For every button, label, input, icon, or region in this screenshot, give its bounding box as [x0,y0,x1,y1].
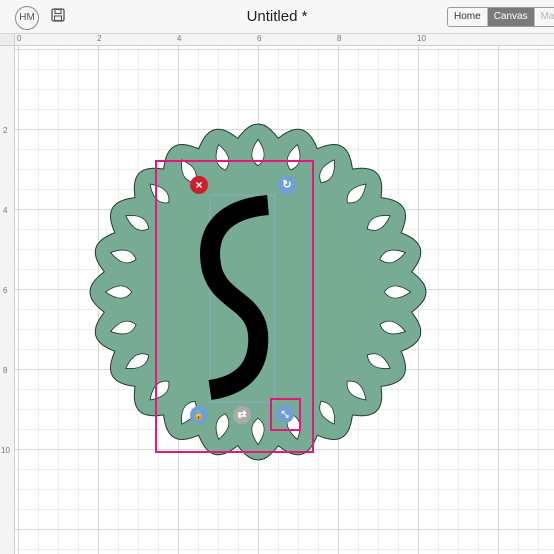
resize-handle-icon[interactable]: ⤡ [276,405,294,423]
flip-handle-icon[interactable]: ⇄ [233,406,251,424]
lock-handle-icon[interactable]: 🔒 [190,406,208,424]
rotate-handle-icon[interactable]: ↻ [278,176,296,194]
delete-handle-icon[interactable]: × [190,176,208,194]
